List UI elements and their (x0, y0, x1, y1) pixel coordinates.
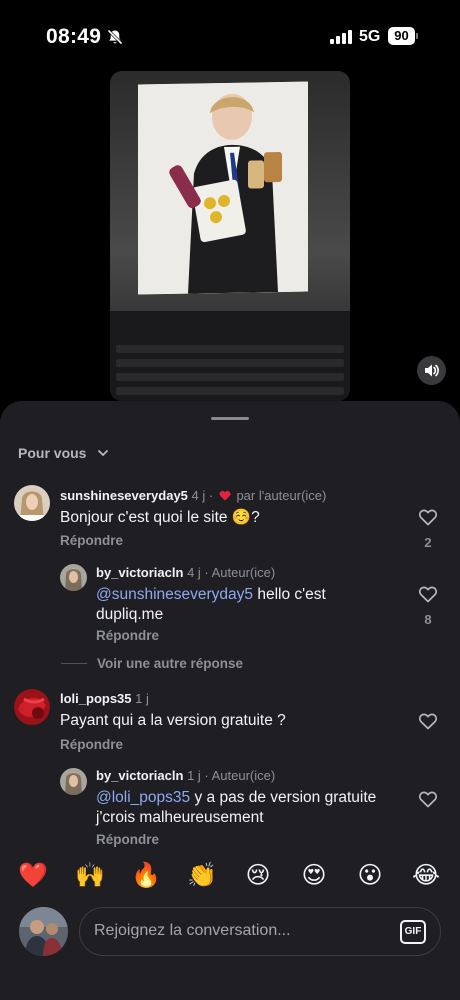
avatar[interactable] (14, 689, 50, 725)
emoji-fire[interactable]: 🔥 (131, 862, 161, 890)
network-label: 5G (359, 28, 381, 45)
comment-input-placeholder: Rejoignez la conversation... (94, 922, 291, 939)
battery-tip (416, 33, 418, 39)
avatar[interactable] (60, 768, 87, 795)
emoji-laughing[interactable]: 😂 (411, 862, 441, 890)
mention-link[interactable]: @sunshineseveryday5 (96, 586, 253, 603)
comment-header: loli_pops35 1 j (60, 691, 149, 706)
laptop-keyboard (110, 311, 350, 401)
comment-age: 4 j · (191, 488, 214, 503)
speaker-icon (425, 364, 439, 377)
comment-header: sunshineseveryday5 4 j · par l'auteur(ic… (60, 488, 326, 503)
status-time: 08:49 (46, 25, 102, 48)
comment-username[interactable]: sunshineseveryday5 (60, 488, 188, 503)
comment-composer: Rejoignez la conversation... GIF (0, 904, 460, 1000)
emoji-surprised[interactable]: 😮 (355, 862, 385, 890)
status-bar: 08:49 5G 90 (0, 0, 460, 72)
emoji-crying[interactable]: 😢 (243, 862, 273, 890)
emoji-clapping[interactable]: 👏 (187, 862, 217, 890)
reply-text: @sunshineseveryday5 hello c'est dupliq.m… (96, 585, 386, 625)
emoji-raising-hands[interactable]: 🙌 (75, 862, 105, 890)
reply-button[interactable]: Répondre (60, 533, 123, 548)
view-more-replies-label: Voir une autre réponse (97, 656, 244, 671)
avatar[interactable] (14, 485, 50, 521)
heart-filled-icon (219, 491, 231, 501)
sort-label: Pour vous (18, 445, 87, 461)
mute-button[interactable] (417, 356, 446, 385)
comment-text: Bonjour c'est quoi le site ☺️? (60, 509, 260, 526)
heart-outline-icon[interactable] (418, 507, 438, 527)
video-player[interactable] (110, 71, 350, 401)
liked-by-author-label: par l'auteur(ice) (236, 488, 327, 503)
current-user-avatar[interactable] (19, 907, 68, 956)
reply-meta: 1 j · Auteur(ice) (187, 768, 276, 783)
mention-link[interactable]: @loli_pops35 (96, 789, 190, 806)
reply-username[interactable]: by_victoriacln (96, 768, 183, 783)
emoji-quick-bar: ❤️ 🙌 🔥 👏 😢 😍 😮 😂 (0, 848, 460, 904)
heart-outline-icon[interactable] (418, 711, 438, 731)
emoji-heart-eyes[interactable]: 😍 (299, 862, 329, 890)
reply-username[interactable]: by_victoriacln (96, 565, 183, 580)
reply-button[interactable]: Répondre (96, 832, 159, 847)
battery-level: 90 (388, 27, 415, 45)
cellular-signal-icon (330, 30, 352, 44)
heart-outline-icon[interactable] (418, 584, 438, 604)
divider (61, 663, 87, 664)
comment-username[interactable]: loli_pops35 (60, 691, 132, 706)
emoji-heart[interactable]: ❤️ (18, 862, 48, 890)
gif-button[interactable]: GIF (400, 920, 426, 944)
view-more-replies[interactable]: Voir une autre réponse (61, 656, 243, 671)
reply-text: @loli_pops35 y a pas de version gratuite… (96, 788, 386, 828)
comment-item: loli_pops35 1 j Payant qui a la version … (0, 401, 460, 847)
battery-indicator: 90 (388, 27, 418, 45)
comment-input[interactable]: Rejoignez la conversation... GIF (79, 907, 441, 956)
reply-header: by_victoriacln 1 j · Auteur(ice) (96, 768, 275, 783)
sort-dropdown[interactable]: Pour vous (18, 443, 110, 463)
avatar[interactable] (60, 564, 87, 591)
heart-outline-icon[interactable] (418, 789, 438, 809)
video-frame (138, 81, 308, 295)
reply-button[interactable]: Répondre (96, 628, 159, 643)
like-count: 8 (424, 612, 432, 627)
comment-age: 1 j (135, 691, 149, 706)
reply-meta: 4 j · Auteur(ice) (187, 565, 276, 580)
chevron-down-icon (98, 450, 109, 456)
video-thumbnail (138, 81, 308, 295)
reply-header: by_victoriacln 4 j · Auteur(ice) (96, 565, 275, 580)
like-count: 2 (424, 535, 432, 550)
comment-text: Payant qui a la version gratuite ? (60, 712, 286, 729)
bell-slash-icon (107, 29, 123, 45)
reply-button[interactable]: Répondre (60, 737, 123, 752)
sheet-grabber[interactable] (211, 417, 249, 420)
